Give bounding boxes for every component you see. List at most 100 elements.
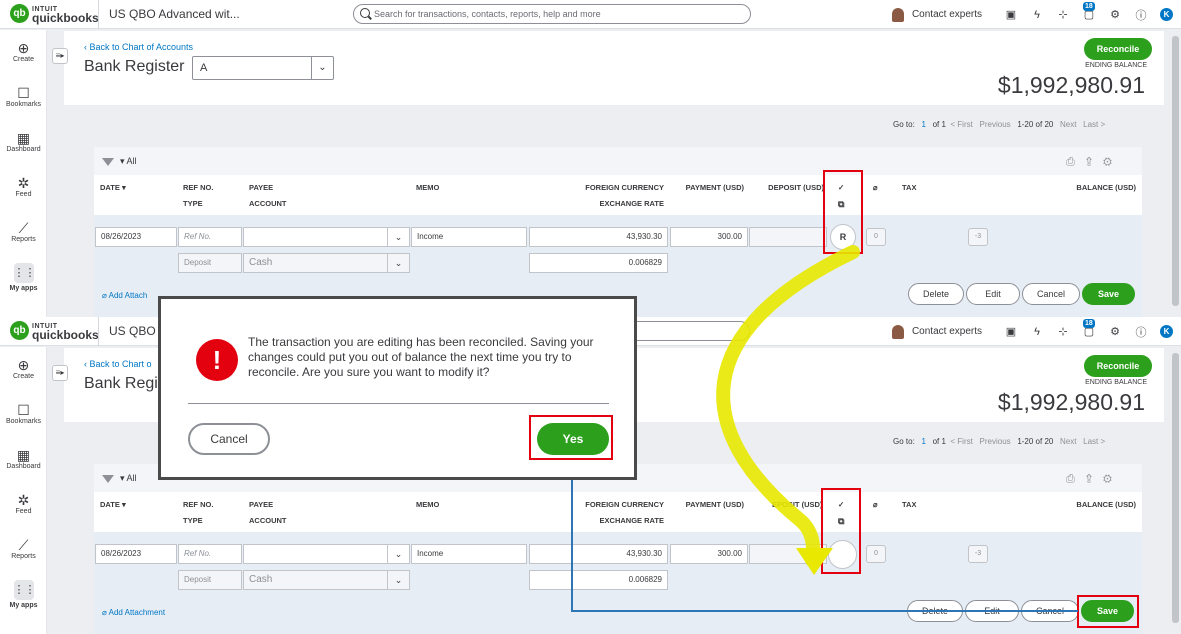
gear-icon[interactable]: ⚙ xyxy=(1104,325,1126,338)
column-header-date[interactable]: DATE ▾ xyxy=(100,497,126,513)
company-name[interactable]: US QBO A xyxy=(98,317,166,346)
gear-icon[interactable]: ⚙ xyxy=(1104,8,1126,21)
company-name[interactable]: US QBO Advanced wit... xyxy=(98,0,240,29)
column-header-date[interactable]: DATE ▾ xyxy=(100,180,126,196)
last-page-link[interactable]: Last > xyxy=(1083,120,1105,129)
lightning-icon[interactable]: ϟ xyxy=(1026,326,1048,338)
nav-create[interactable]: ⊕ Create xyxy=(0,357,47,380)
dialog-cancel-button[interactable]: Cancel xyxy=(188,423,270,455)
user-avatar[interactable]: K xyxy=(1160,8,1173,21)
ref-no-field[interactable]: Ref No. xyxy=(178,227,242,247)
apps-icon[interactable]: ⊹ xyxy=(1052,325,1074,338)
last-page-link[interactable]: Last > xyxy=(1083,437,1105,446)
notifications-icon[interactable]: ▢ 18 xyxy=(1078,2,1100,21)
nav-my-apps[interactable]: ⋮⋮ My apps xyxy=(0,263,47,292)
date-field[interactable]: 08/26/2023 xyxy=(95,227,177,247)
lightning-icon[interactable]: ϟ xyxy=(1026,9,1048,21)
first-page-link[interactable]: < First xyxy=(950,120,972,129)
clipboard-icon[interactable]: ▣ xyxy=(1000,8,1022,21)
quickbooks-logo[interactable]: qb INTUIT quickbooks xyxy=(10,4,99,25)
cancel-row-button[interactable]: Cancel xyxy=(1022,283,1080,305)
nav-bookmarks[interactable]: ☐ Bookmarks xyxy=(0,85,47,108)
chevron-down-icon[interactable]: ⌄ xyxy=(387,571,409,589)
export-icon[interactable]: ⇪ xyxy=(1086,156,1103,168)
memo-field[interactable]: Income xyxy=(411,227,527,247)
nav-create[interactable]: ⊕ Create xyxy=(0,40,47,63)
add-attachment-link[interactable]: ⌀ Add Attachment xyxy=(102,608,165,617)
payee-field[interactable]: ⌄ xyxy=(243,227,410,247)
contact-experts-link[interactable]: Contact experts xyxy=(912,9,982,20)
next-page-link[interactable]: Next xyxy=(1060,437,1076,446)
chevron-down-icon[interactable]: ⌄ xyxy=(311,57,333,79)
page-number-link[interactable]: 1 xyxy=(921,120,925,129)
chevron-down-icon[interactable]: ⌄ xyxy=(387,254,409,272)
memo-field[interactable]: Income xyxy=(411,544,527,564)
collapse-panel-icon[interactable]: ≡▸ xyxy=(52,48,68,64)
nav-bookmarks[interactable]: ☐ Bookmarks xyxy=(0,402,47,425)
export-icon[interactable]: ⇪ xyxy=(1086,473,1103,485)
chevron-down-icon[interactable]: ⌄ xyxy=(387,228,409,246)
next-page-link[interactable]: Next xyxy=(1060,120,1076,129)
nav-reports[interactable]: ⟋ Reports xyxy=(0,220,47,243)
quickbooks-wordmark: quickbooks xyxy=(32,10,99,25)
user-avatar[interactable]: K xyxy=(1160,325,1173,338)
ref-no-field[interactable]: Ref No. xyxy=(178,544,242,564)
edit-button[interactable]: Edit xyxy=(965,600,1019,622)
nav-dashboard[interactable]: ▦ Dashboard xyxy=(0,447,47,470)
back-to-chart-of-accounts-link[interactable]: ‹ Back to Chart o xyxy=(84,359,152,369)
account-field[interactable]: Cash ⌄ xyxy=(243,253,410,273)
account-select[interactable]: A ⌄ xyxy=(192,56,334,80)
previous-page-link[interactable]: Previous xyxy=(980,120,1011,129)
first-page-link[interactable]: < First xyxy=(950,437,972,446)
edit-button[interactable]: Edit xyxy=(966,283,1020,305)
scrollbar[interactable] xyxy=(1172,36,1179,306)
payment-field[interactable]: 300.00 xyxy=(670,544,748,564)
filter-dropdown[interactable]: ▾ All xyxy=(102,473,137,484)
save-button[interactable]: Save xyxy=(1082,283,1135,305)
deposit-field[interactable] xyxy=(749,544,827,564)
clipboard-icon[interactable]: ▣ xyxy=(1000,325,1022,338)
column-header-deposit: DEPOSIT (USD) xyxy=(768,183,824,192)
reconcile-button[interactable]: Reconcile xyxy=(1084,355,1152,377)
apps-icon[interactable]: ⊹ xyxy=(1052,8,1074,21)
filter-dropdown[interactable]: ▾ All xyxy=(102,156,137,167)
print-icon[interactable]: ⎙ xyxy=(1066,473,1086,485)
reconcile-button[interactable]: Reconcile xyxy=(1084,38,1152,60)
global-search-input[interactable]: Search for transactions, contacts, repor… xyxy=(353,4,751,24)
print-icon[interactable]: ⎙ xyxy=(1066,156,1086,168)
previous-page-link[interactable]: Previous xyxy=(980,437,1011,446)
global-search-input[interactable] xyxy=(620,321,750,341)
gear-icon[interactable]: ⚙ xyxy=(1103,156,1123,168)
quickbooks-logo[interactable]: qb INTUIT quickbooks xyxy=(10,321,99,341)
page-number-link[interactable]: 1 xyxy=(921,437,925,446)
payee-field[interactable]: ⌄ xyxy=(243,544,410,564)
help-icon[interactable]: ⓘ xyxy=(1130,324,1152,340)
column-header-payee: PAYEE xyxy=(249,183,274,192)
date-field[interactable]: 08/26/2023 xyxy=(95,544,177,564)
nav-my-apps[interactable]: ⋮⋮ My apps xyxy=(0,580,47,609)
nav-reports[interactable]: ⟋ Reports xyxy=(0,537,47,560)
cancel-row-button[interactable]: Cancel xyxy=(1021,600,1079,622)
nav-feed[interactable]: ✲ Feed xyxy=(0,175,47,198)
help-icon[interactable]: ⓘ xyxy=(1130,7,1152,23)
account-field[interactable]: Cash ⌄ xyxy=(243,570,410,590)
payment-field[interactable]: 300.00 xyxy=(670,227,748,247)
exchange-rate-field[interactable]: 0.006829 xyxy=(529,253,668,273)
exchange-rate-field[interactable]: 0.006829 xyxy=(529,570,668,590)
delete-button[interactable]: Delete xyxy=(907,600,963,622)
scrollbar[interactable] xyxy=(1172,353,1179,623)
nav-dashboard[interactable]: ▦ Dashboard xyxy=(0,130,47,153)
foreign-amount-field[interactable]: 43,930.30 xyxy=(529,544,668,564)
add-attachment-link[interactable]: ⌀ Add Attach xyxy=(102,291,147,300)
nav-feed[interactable]: ✲ Feed xyxy=(0,492,47,515)
left-navigation: ⊕ Create ☐ Bookmarks ▦ Dashboard ✲ Feed ⟋ Rep… xyxy=(0,30,47,317)
delete-button[interactable]: Delete xyxy=(908,283,964,305)
collapse-panel-icon[interactable]: ≡▸ xyxy=(52,365,68,381)
back-to-chart-of-accounts-link[interactable]: ‹ Back to Chart of Accounts xyxy=(84,42,193,52)
deposit-field[interactable] xyxy=(749,227,827,247)
chevron-down-icon[interactable]: ⌄ xyxy=(387,545,409,563)
notifications-icon[interactable]: ▢ 18 xyxy=(1078,319,1100,338)
contact-experts-link[interactable]: Contact experts xyxy=(912,326,982,337)
gear-icon[interactable]: ⚙ xyxy=(1103,473,1123,485)
foreign-amount-field[interactable]: 43,930.30 xyxy=(529,227,668,247)
